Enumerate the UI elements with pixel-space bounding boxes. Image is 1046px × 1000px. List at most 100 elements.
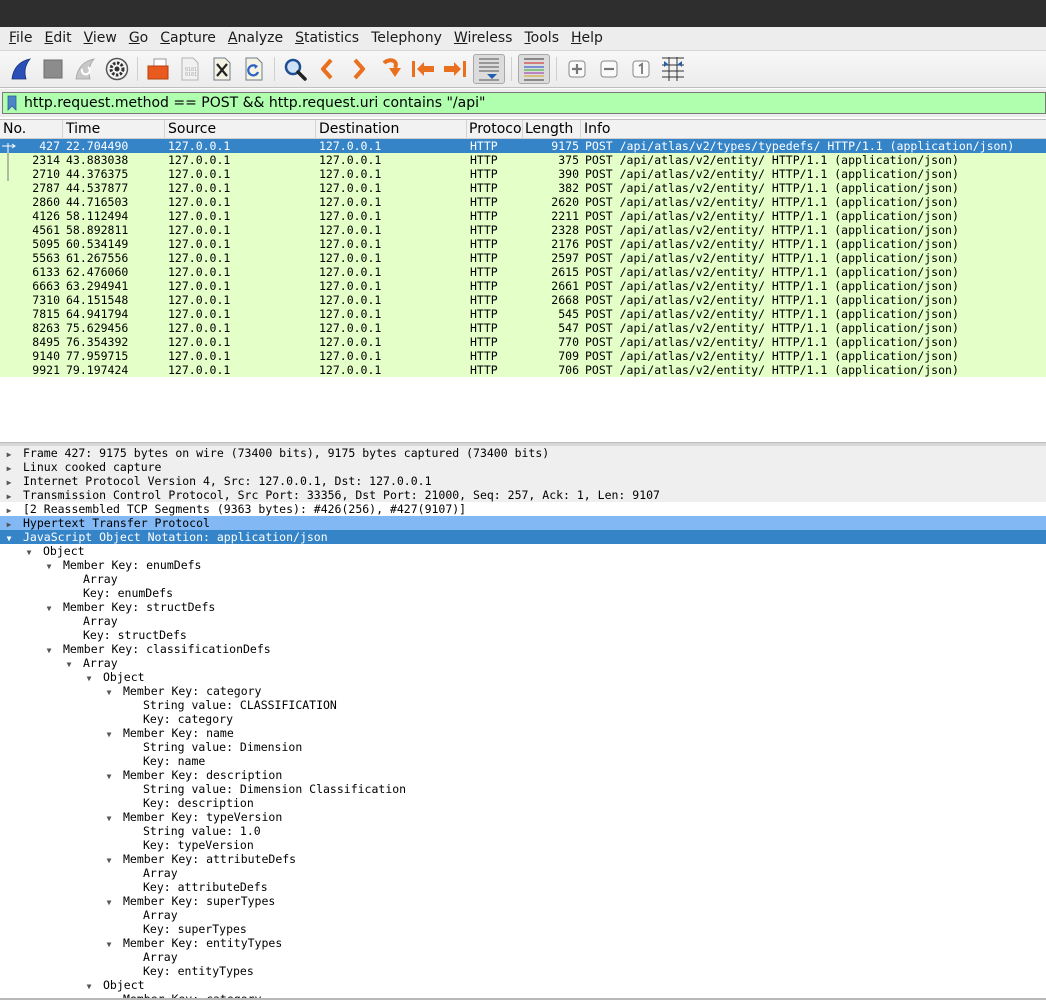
display-filter-input[interactable]: http.request.method == POST && http.requ… xyxy=(2,92,1046,114)
save-file-button[interactable]: 0101 0101 xyxy=(176,54,204,84)
colorize-button[interactable] xyxy=(518,54,550,84)
packet-row[interactable]: 2314 43.883038 127.0.0.1 127.0.0.1 HTTP 375 PO… xyxy=(0,153,1046,167)
go-last-packet-button[interactable] xyxy=(441,54,469,84)
find-packet-button[interactable] xyxy=(281,54,309,84)
packet-row-selected[interactable]: 427 22.704490 127.0.0.1 127.0.0.1 HTTP 9175 PO… xyxy=(0,139,1046,153)
json-tree-item[interactable]: Array xyxy=(0,950,1046,964)
go-to-packet-button[interactable] xyxy=(377,54,405,84)
json-tree-item[interactable]: ▼ Array xyxy=(0,656,1046,670)
json-tree-item[interactable]: Key: name xyxy=(0,754,1046,768)
menu-help[interactable]: Help xyxy=(565,27,609,50)
json-tree-item[interactable]: ▼ Member Key: enumDefs xyxy=(0,558,1046,572)
packet-source: 127.0.0.1 xyxy=(168,279,231,293)
column-header-time[interactable]: Time xyxy=(63,120,165,139)
menu-tools[interactable]: Tools xyxy=(518,27,565,50)
protocol-tree-item[interactable]: ▶ Internet Protocol Version 4, Src: 127.0… xyxy=(0,474,1046,488)
reload-file-button[interactable] xyxy=(240,54,268,84)
zoom-out-button[interactable] xyxy=(595,54,623,84)
zoom-in-button[interactable] xyxy=(563,54,591,84)
packet-destination: 127.0.0.1 xyxy=(319,167,382,181)
menu-telephony[interactable]: Telephony xyxy=(365,27,448,50)
json-tree-item[interactable]: ▼ Member Key: superTypes xyxy=(0,894,1046,908)
json-tree-item[interactable]: ▼ Member Key: name xyxy=(0,726,1046,740)
menu-view[interactable]: View xyxy=(78,27,123,50)
capture-options-button[interactable] xyxy=(103,54,131,84)
json-tree-item[interactable]: ▼ Member Key: typeVersion xyxy=(0,810,1046,824)
packet-row[interactable]: 5563 61.267556 127.0.0.1 127.0.0.1 HTTP 2597 P… xyxy=(0,251,1046,265)
menu-statistics[interactable]: Statistics xyxy=(289,27,365,50)
menu-edit[interactable]: Edit xyxy=(38,27,77,50)
json-tree-item[interactable]: ▼ Member Key: entityTypes xyxy=(0,936,1046,950)
json-tree-item[interactable]: ▼ Member Key: structDefs xyxy=(0,600,1046,614)
column-header-length[interactable]: Length xyxy=(523,120,581,139)
json-tree-item[interactable]: ▼Member Key: category xyxy=(0,684,1046,698)
json-tree-item[interactable]: ▼ Member Key: attributeDefs xyxy=(0,852,1046,866)
packet-row[interactable]: 4126 58.112494 127.0.0.1 127.0.0.1 HTTP 2211 P… xyxy=(0,209,1046,223)
json-tree-item[interactable]: Array xyxy=(0,908,1046,922)
json-tree-item[interactable]: ▼ Member Key: description xyxy=(0,768,1046,782)
restart-capture-button[interactable] xyxy=(71,54,99,84)
protocol-tree-item[interactable]: ▶ Linux cooked capture xyxy=(0,460,1046,474)
normal-size-button[interactable] xyxy=(627,54,655,84)
packet-row[interactable]: 8495 76.354392 127.0.0.1 127.0.0.1 HTTP 770 PO… xyxy=(0,335,1046,349)
json-tree-item[interactable]: Array xyxy=(0,866,1046,880)
json-tree-item[interactable]: String value: Dimension xyxy=(0,740,1046,754)
protocol-tree-item[interactable]: ▶ Transmission Control Protocol, Src Port… xyxy=(0,488,1046,502)
json-tree-item[interactable]: ▼ Object xyxy=(0,544,1046,558)
stop-capture-button[interactable] xyxy=(39,54,67,84)
json-tree-item[interactable]: ▼ Object xyxy=(0,978,1046,992)
go-back-button[interactable] xyxy=(313,54,341,84)
packet-row[interactable]: 2787 44.537877 127.0.0.1 127.0.0.1 HTTP 382 PO… xyxy=(0,181,1046,195)
json-tree-item[interactable]: Key: enumDefs xyxy=(0,586,1046,600)
packet-row[interactable]: 2710 44.376375 127.0.0.1 127.0.0.1 HTTP 390 PO… xyxy=(0,167,1046,181)
json-tree-item[interactable]: String value: CLASSIFICATION xyxy=(0,698,1046,712)
json-tree-item[interactable]: String value: Dimension Classification xyxy=(0,782,1046,796)
json-tree-item[interactable]: Array xyxy=(0,572,1046,586)
auto-scroll-button[interactable] xyxy=(473,54,505,84)
protocol-tree-item[interactable]: ▶ Frame 427: 9175 bytes on wire (73400 bi… xyxy=(0,446,1046,460)
column-header-no[interactable]: No. xyxy=(0,120,63,139)
json-tree-item[interactable]: Key: attributeDefs xyxy=(0,880,1046,894)
go-forward-button[interactable] xyxy=(345,54,373,84)
resize-columns-button[interactable] xyxy=(659,54,687,84)
packet-row[interactable]: 2860 44.716503 127.0.0.1 127.0.0.1 HTTP 2620 P… xyxy=(0,195,1046,209)
tree-item-label: Key: category xyxy=(143,712,234,726)
json-tree-item[interactable]: Key: typeVersion xyxy=(0,838,1046,852)
menu-capture[interactable]: Capture xyxy=(154,27,222,50)
column-header-source[interactable]: Source xyxy=(165,120,316,139)
packet-row[interactable]: 5095 60.534149 127.0.0.1 127.0.0.1 HTTP 2176 P… xyxy=(0,237,1046,251)
close-file-icon xyxy=(213,57,231,81)
protocol-tree-item[interactable]: ▶ Hypertext Transfer Protocol xyxy=(0,516,1046,530)
column-header-protocol[interactable]: Protoco xyxy=(467,120,523,139)
json-tree-item[interactable]: ▼ Member Key: classificationDefs xyxy=(0,642,1046,656)
json-tree-item[interactable]: ▼ Object xyxy=(0,670,1046,684)
close-file-button[interactable] xyxy=(208,54,236,84)
packet-row[interactable]: 6133 62.476060 127.0.0.1 127.0.0.1 HTTP 2615 P… xyxy=(0,265,1046,279)
json-tree-item[interactable]: Key: description xyxy=(0,796,1046,810)
menu-analyze[interactable]: Analyze xyxy=(222,27,289,50)
menu-file[interactable]: File xyxy=(3,27,38,50)
packet-row[interactable]: 6663 63.294941 127.0.0.1 127.0.0.1 HTTP 2661 P… xyxy=(0,279,1046,293)
packet-row[interactable]: 4561 58.892811 127.0.0.1 127.0.0.1 HTTP 2328 P… xyxy=(0,223,1046,237)
json-tree-item[interactable]: Key: superTypes xyxy=(0,922,1046,936)
filter-bookmark-button[interactable] xyxy=(3,93,21,113)
protocol-tree-item[interactable]: ▶ [2 Reassembled TCP Segments (9363 bytes… xyxy=(0,502,1046,516)
packet-row[interactable]: 9140 77.959715 127.0.0.1 127.0.0.1 HTTP 709 PO… xyxy=(0,349,1046,363)
json-tree-item[interactable]: Key: category xyxy=(0,712,1046,726)
protocol-tree-item[interactable]: ▼ JavaScript Object Notation: application… xyxy=(0,530,1046,544)
column-header-destination[interactable]: Destination xyxy=(316,120,467,139)
packet-row[interactable]: 9921 79.197424 127.0.0.1 127.0.0.1 HTTP 706 PO… xyxy=(0,363,1046,377)
json-tree-item[interactable]: Key: structDefs xyxy=(0,628,1046,642)
packet-row[interactable]: 7815 64.941794 127.0.0.1 127.0.0.1 HTTP 545 PO… xyxy=(0,307,1046,321)
start-capture-button[interactable] xyxy=(7,54,35,84)
go-first-packet-button[interactable] xyxy=(409,54,437,84)
json-tree-item[interactable]: Array xyxy=(0,614,1046,628)
json-tree-item[interactable]: String value: 1.0 xyxy=(0,824,1046,838)
menu-wireless[interactable]: Wireless xyxy=(448,27,519,50)
packet-row[interactable]: 7310 64.151548 127.0.0.1 127.0.0.1 HTTP 2668 P… xyxy=(0,293,1046,307)
json-tree-item[interactable]: Key: entityTypes xyxy=(0,964,1046,978)
open-file-button[interactable] xyxy=(144,54,172,84)
menu-go[interactable]: Go xyxy=(123,27,154,50)
column-header-info[interactable]: Info xyxy=(581,120,1046,139)
packet-row[interactable]: 8263 75.629456 127.0.0.1 127.0.0.1 HTTP 547 PO… xyxy=(0,321,1046,335)
